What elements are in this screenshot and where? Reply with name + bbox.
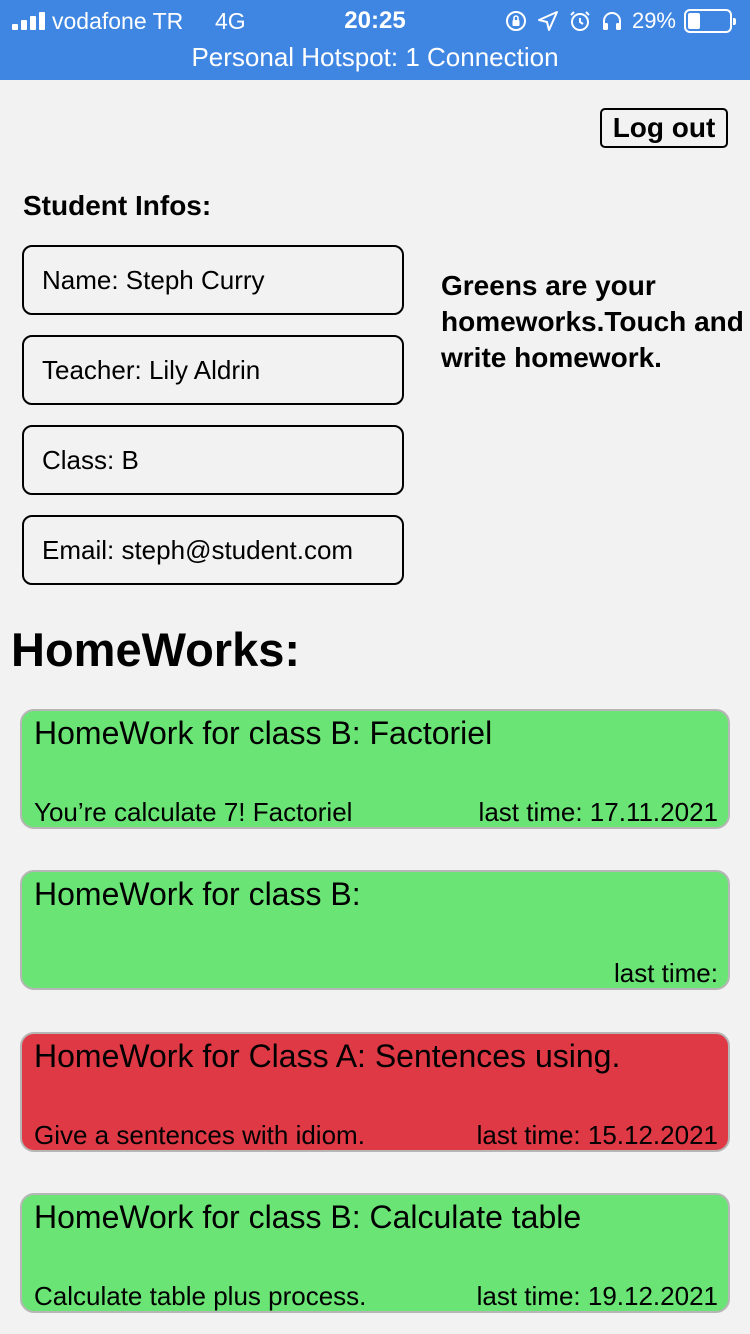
homework-title: HomeWork for Class A: Sentences using. xyxy=(34,1038,621,1074)
homework-hint: Greens are your homeworks.Touch and writ… xyxy=(441,270,744,373)
teacher-field: Teacher: Lily Aldrin xyxy=(22,335,404,405)
logout-button[interactable]: Log out xyxy=(600,108,728,148)
battery-fill xyxy=(688,13,700,29)
homework-description: You’re calculate 7! Factoriel xyxy=(34,797,353,827)
status-bar: vodafone TR 4G 20:25 29% Personal Hotspo… xyxy=(0,0,750,80)
homework-due-date: last time: xyxy=(613,958,718,988)
homework-title: HomeWork for class B: Factoriel xyxy=(34,715,493,751)
battery-icon xyxy=(684,9,736,33)
homeworks-title: HomeWorks: xyxy=(11,623,301,676)
alarm-icon xyxy=(570,11,590,31)
homework-description: Calculate table plus process. xyxy=(34,1281,367,1311)
battery-percent: 29% xyxy=(631,8,676,33)
class-field: Class: B xyxy=(22,425,404,495)
hotspot-banner[interactable]: Personal Hotspot: 1 Connection xyxy=(0,42,750,73)
homework-description: Give a sentences with idiom. xyxy=(34,1120,365,1150)
homework-title: HomeWork for class B: Calculate table xyxy=(34,1199,582,1235)
homework-title: HomeWork for class B: xyxy=(34,876,361,912)
homework-card[interactable]: HomeWork for class B: last time: xyxy=(20,870,730,990)
homework-card[interactable]: HomeWork for class B: Factoriel You’re c… xyxy=(20,709,730,829)
homework-card[interactable]: HomeWork for class B: Calculate table Ca… xyxy=(20,1193,730,1313)
student-infos-title: Student Infos: xyxy=(23,190,212,221)
orientation-lock-icon xyxy=(505,11,526,31)
homework-due-date: last time: 19.12.2021 xyxy=(476,1281,718,1311)
headphones-icon xyxy=(602,12,621,30)
student-name-field: Name: Steph Curry xyxy=(22,245,404,315)
location-icon xyxy=(537,11,558,31)
homework-card[interactable]: HomeWork for Class A: Sentences using. G… xyxy=(20,1032,730,1152)
homework-due-date: last time: 17.11.2021 xyxy=(478,797,718,827)
email-field: Email: steph@student.com xyxy=(22,515,404,585)
homework-due-date: last time: 15.12.2021 xyxy=(476,1120,718,1150)
